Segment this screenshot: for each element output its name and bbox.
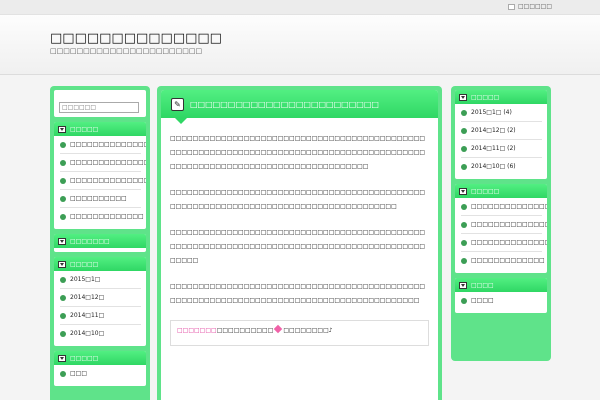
recent-post-link[interactable]: □□□□□□□□□□□□□□□□□□□□□□□ — [60, 141, 146, 154]
note-text: □□□□□□□□♪ — [283, 327, 333, 334]
recent-posts-widget: □□□□□ □□□□□□□□□□□□□ □□□□□□□□□□ □□□ □□□□□□□… — [54, 122, 146, 229]
archive-link[interactable]: 2014□10□ — [60, 330, 141, 342]
recent-post-link[interactable]: □□□□□□□□□□ — [60, 195, 141, 208]
post-article: ✎ □□□□□□□□□□□□□□□□□□□□□□□□□ □□□□□□□□□□□□… — [161, 90, 438, 400]
category-link[interactable]: □□□□ — [461, 297, 542, 309]
chevron-down-icon — [58, 260, 66, 268]
main-content: ✎ □□□□□□□□□□□□□□□□□□□□□□□□□ □□□□□□□□□□□□… — [157, 86, 442, 400]
chevron-down-icon — [459, 93, 467, 101]
recent-comments-widget: □□□□□□□ — [54, 234, 146, 252]
categories-widget: □□□□ □□□□ — [455, 278, 547, 313]
left-sidebar: □□□□□ □ □□□□□ □□□□□□□□□□□□□ □□□□ □□□□□□□□□ □… — [50, 86, 150, 400]
post-header: ✎ □□□□□□□□□□□□□□□□□□□□□□□□□ — [161, 90, 438, 124]
widget-title: □□□□□ — [70, 354, 99, 362]
widget-header: □□□□□ — [54, 122, 146, 136]
recent-post-link[interactable]: □□□□□□□□□□□□□□□ — [60, 177, 146, 190]
recent-post-link[interactable]: □□□□□□□□□□□□□ — [60, 213, 144, 225]
widget-header: □□□□□ — [455, 90, 547, 104]
chevron-down-icon — [459, 187, 467, 195]
widget-header: □□□□□ — [455, 184, 547, 198]
archive-link[interactable]: 2014□11□ (2) — [461, 145, 542, 158]
widget-header: □□□□ — [455, 278, 547, 292]
post-paragraph: □□□□□□□□□□□□□□□□□□□□□□□□□□□□□□□□□□□□□□□□… — [170, 135, 426, 170]
archive-link[interactable]: 2015□1□ (4) — [461, 109, 542, 122]
pencil-icon: ✎ — [171, 97, 184, 111]
widget-title: □□□□□ — [70, 125, 99, 133]
archives-widget: □□□□□ 2015□1□ 2014□12□ 2014□11□ 2014□10□ — [54, 257, 146, 346]
rss-label: □□□□□□ — [517, 3, 552, 10]
search-widget — [54, 90, 146, 117]
note-text: □□□□□□□□□□ — [216, 327, 274, 334]
post-body: □□□□□□□□□□□□□□□□□□□□□□□□□□□□□□□□□□ □□□□□□… — [161, 118, 438, 346]
rss-icon — [507, 3, 515, 10]
archive-link[interactable]: 2014□11□ — [60, 312, 141, 325]
chevron-down-icon — [58, 354, 66, 362]
search-input[interactable] — [59, 102, 139, 113]
widget-title: □□□□□□□ — [70, 237, 110, 245]
recent-post-link[interactable]: □□□□□□□□□□□□□□□□□□□□□□□□ — [461, 221, 547, 234]
right-sidebar: □□□□□ 2015□1□ (4) 2014□12□ (2) 2014□11□ … — [451, 86, 551, 361]
site-header: □□□□□□□□□□□□□□ □□□□□□□□□□□□□□□□□□□□□□□ — [0, 15, 600, 75]
widget-title: □□□□□ — [70, 260, 99, 268]
widget-title: □□□□□ — [471, 187, 500, 195]
site-title[interactable]: □□□□□□□□□□□□□□ — [50, 31, 222, 46]
post-paragraph: □□□□□□□□□□□□□□□□□□□□□□□□□□□□□□□□□□□□□□□□… — [170, 229, 426, 264]
category-link[interactable]: □□□ — [60, 370, 141, 382]
widget-header: □□□□□□□ — [54, 234, 146, 248]
widget-header: □□□□□ — [54, 257, 146, 271]
widget-body — [54, 248, 146, 252]
post-title[interactable]: □□□□□□□□□□□□□□□□□□□□□□□□□ — [190, 100, 379, 109]
post-paragraph: □□□□□□□□□□□□□□□□□□□□□□□□□□□□□□□□□□□□□□□□… — [170, 189, 426, 210]
post-note: □□□□□□□□□□□□□□□□□ □□□□□□□□♪ — [170, 320, 429, 346]
chevron-down-icon — [459, 281, 467, 289]
diamond-icon — [274, 324, 283, 334]
recent-posts-widget: □□□□□ □□□□□□□□□□□□□ □□□□□□□□□□ □□□ □□□□□□□… — [455, 184, 547, 273]
widget-title: □□□□□ — [471, 93, 500, 101]
top-bar: □□□□□□ — [0, 0, 600, 15]
chevron-down-icon — [58, 125, 66, 133]
note-link[interactable]: □□□□□□□ — [177, 327, 217, 334]
widget-title: □□□□ — [471, 281, 494, 289]
categories-widget: □□□□□ □□□ — [54, 351, 146, 386]
archives-widget: □□□□□ 2015□1□ (4) 2014□12□ (2) 2014□11□ … — [455, 90, 547, 179]
rss-link[interactable]: □□□□□□ — [507, 3, 552, 10]
archive-link[interactable]: 2014□12□ — [60, 294, 141, 307]
site-description: □□□□□□□□□□□□□□□□□□□□□□□ — [50, 47, 203, 55]
recent-post-link[interactable]: □□□□□□□□□□□□□□□□□□□□□□□□ — [60, 159, 146, 172]
archive-link[interactable]: 2014□12□ (2) — [461, 127, 542, 140]
archive-link[interactable]: 2014□10□ (6) — [461, 163, 542, 175]
post-paragraph: □□□□□□□□□□□□□□□□□□□□□□□□□□□□□□□□□□□□□□□□… — [170, 283, 426, 304]
recent-post-link[interactable]: □□□□□□□□□□□□□□□□□□□□□□□ — [461, 203, 547, 216]
recent-post-link[interactable]: □□□□□□□□□□□□□□□ — [461, 239, 547, 252]
recent-post-link[interactable]: □□□□□□□□□□□□□ — [461, 257, 545, 269]
archive-link[interactable]: 2015□1□ — [60, 276, 141, 289]
chevron-down-icon — [58, 237, 66, 245]
widget-header: □□□□□ — [54, 351, 146, 365]
